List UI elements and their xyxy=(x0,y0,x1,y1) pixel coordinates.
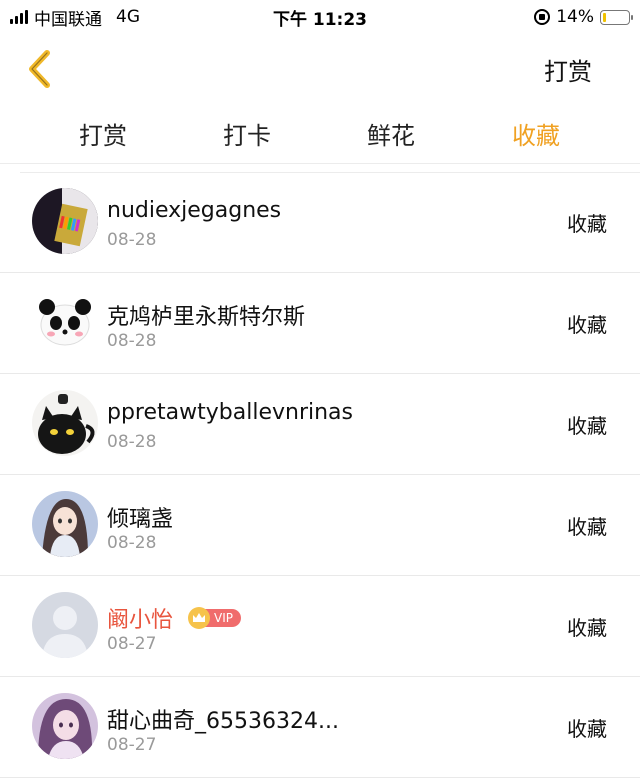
list-item[interactable]: ppretawtyballevnrinas 08-28 收藏 xyxy=(0,374,640,475)
avatar[interactable] xyxy=(32,188,98,254)
user-name-text: 阚小怡 xyxy=(107,608,174,633)
reward-button[interactable]: 打赏 xyxy=(544,52,592,87)
tab-bar: 打赏 打卡 鲜花 收藏 xyxy=(0,104,640,164)
user-name: ppretawtyballevnrinas xyxy=(107,400,353,425)
item-date: 08-28 xyxy=(107,230,157,250)
status-bar: 中国联通 4G 下午 11:23 14% xyxy=(0,0,640,34)
favorite-action[interactable]: 收藏 xyxy=(567,511,607,540)
tab-favorites[interactable]: 收藏 xyxy=(512,116,560,151)
avatar[interactable] xyxy=(32,289,98,355)
orientation-lock-icon xyxy=(534,9,551,25)
tab-checkin[interactable]: 打卡 xyxy=(223,116,271,151)
item-date: 08-28 xyxy=(107,331,157,351)
carrier-label: 中国联通 xyxy=(34,9,102,30)
status-right: 14% xyxy=(534,7,633,27)
avatar[interactable] xyxy=(32,693,98,759)
crown-icon xyxy=(188,607,211,629)
avatar[interactable] xyxy=(32,491,98,557)
tab-reward[interactable]: 打赏 xyxy=(79,116,127,151)
list-item[interactable]: 克鸠栌里永斯特尔斯 08-28 收藏 xyxy=(0,273,640,374)
item-date: 08-27 xyxy=(107,735,157,755)
favorite-action[interactable]: 收藏 xyxy=(567,208,607,237)
item-date: 08-28 xyxy=(107,432,157,452)
status-left: 中国联通 4G xyxy=(10,5,140,30)
user-name: 倾璃盏 xyxy=(107,507,174,532)
favorite-action[interactable]: 收藏 xyxy=(567,612,607,641)
user-name: 阚小怡 VIP xyxy=(107,602,241,634)
user-name: 甜心曲奇_65536324... xyxy=(107,709,339,734)
chevron-left-icon xyxy=(29,50,50,88)
list-item[interactable]: nudiexjegagnes 08-28 收藏 xyxy=(0,172,640,273)
item-date: 08-27 xyxy=(107,634,157,654)
favorite-action[interactable]: 收藏 xyxy=(567,410,607,439)
default-avatar-icon[interactable] xyxy=(32,592,98,658)
network-label: 4G xyxy=(116,7,140,27)
signal-icon xyxy=(10,10,28,24)
list-item[interactable]: 倾璃盏 08-28 收藏 xyxy=(0,475,640,576)
user-name: 克鸠栌里永斯特尔斯 xyxy=(107,305,306,330)
favorite-action[interactable]: 收藏 xyxy=(567,309,607,338)
favorite-action[interactable]: 收藏 xyxy=(567,713,607,742)
battery-percent: 14% xyxy=(556,7,594,27)
tab-flowers[interactable]: 鲜花 xyxy=(367,116,415,151)
back-button[interactable] xyxy=(10,39,70,99)
item-date: 08-28 xyxy=(107,533,157,553)
avatar[interactable] xyxy=(32,390,98,456)
nav-header: 打赏 xyxy=(0,34,640,104)
list-item[interactable]: 甜心曲奇_65536324... 08-27 收藏 xyxy=(0,677,640,778)
user-name: nudiexjegagnes xyxy=(107,198,282,223)
vip-badge: VIP xyxy=(188,607,241,629)
battery-icon xyxy=(600,9,633,25)
list-item[interactable]: 阚小怡 VIP 08-27 收藏 xyxy=(0,576,640,677)
